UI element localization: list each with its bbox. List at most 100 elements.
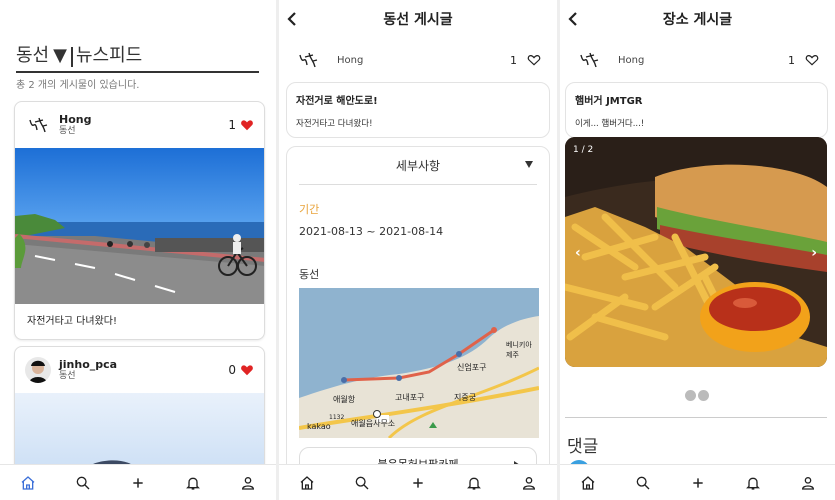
post-body: 이게... 햄버거다...! bbox=[575, 119, 645, 129]
post-count: 총 2 개의 게시물이 있습니다. bbox=[16, 80, 140, 91]
feed-screen: 동선 ▼ 뉴스피드 총 2 개의 게시물이 있습니다. Hong 동선 1 자전… bbox=[0, 0, 276, 500]
like-area: 0 bbox=[228, 363, 254, 377]
post-content: 햄버거 JMTGR 이게... 햄버거다...! bbox=[565, 82, 828, 138]
tab-home[interactable] bbox=[576, 471, 600, 495]
like-count: 1 bbox=[788, 53, 795, 67]
tab-home[interactable] bbox=[16, 471, 40, 495]
carousel-dot[interactable] bbox=[685, 390, 696, 401]
carousel-dot[interactable] bbox=[698, 390, 709, 401]
author-row: Hong 1 bbox=[279, 38, 557, 82]
page-title: 동선 게시글 bbox=[383, 12, 453, 28]
user-icon bbox=[801, 476, 814, 490]
card-caption: 자전거타고 다녀왔다! bbox=[27, 316, 117, 327]
avatar[interactable] bbox=[576, 47, 602, 73]
map-label: 베니키아 제주 bbox=[506, 341, 532, 359]
map-label: 1132 bbox=[329, 414, 345, 421]
period-label: 기간 bbox=[299, 203, 320, 216]
route-map[interactable]: 애월항 고내포구 신엄포구 지중궁 애월읍사무소 kakao 베니키아 제주 1… bbox=[299, 288, 539, 438]
avatar[interactable] bbox=[25, 112, 51, 138]
map-label: 고내포구 bbox=[395, 393, 425, 402]
tab-home[interactable] bbox=[295, 471, 319, 495]
author-name[interactable]: Hong bbox=[337, 55, 363, 66]
feed-header: 동선 ▼ 뉴스피드 bbox=[16, 42, 259, 73]
post-body: 자전거타고 다녀왔다! bbox=[296, 119, 373, 129]
route-label: 동선 bbox=[299, 268, 320, 281]
heart-outline-icon[interactable] bbox=[805, 53, 819, 67]
heart-outline-icon[interactable] bbox=[527, 53, 541, 67]
post-title: 햄버거 JMTGR bbox=[575, 96, 643, 107]
tab-search[interactable] bbox=[631, 471, 655, 495]
feed-card[interactable]: Hong 동선 1 자전거타고 다녀왔다! bbox=[14, 101, 265, 340]
period-value: 2021-08-13 ~ 2021-08-14 bbox=[299, 225, 444, 238]
home-icon bbox=[21, 475, 35, 490]
card-photo[interactable] bbox=[15, 148, 264, 304]
feed-type-label: 동선 bbox=[16, 45, 50, 66]
tab-add[interactable] bbox=[686, 471, 710, 495]
author-row: Hong 1 bbox=[560, 38, 835, 82]
card-tag: 동선 bbox=[59, 371, 76, 382]
like-area: 1 bbox=[228, 118, 254, 132]
like-count: 0 bbox=[228, 363, 236, 377]
carousel-pager: 1 / 2 bbox=[573, 145, 594, 155]
route-post-screen: 동선 게시글 Hong 1 자전거로 해안도로! 자전거타고 다녀왔다! 세부사… bbox=[279, 0, 557, 500]
section-divider bbox=[565, 417, 827, 418]
like-area: 1 bbox=[788, 53, 819, 67]
map-label: kakao bbox=[307, 422, 331, 431]
author-name[interactable]: Hong bbox=[618, 55, 644, 66]
next-arrow-icon[interactable]: › bbox=[811, 245, 817, 261]
collapse-icon bbox=[525, 161, 533, 168]
tab-profile[interactable] bbox=[796, 471, 820, 495]
plus-icon bbox=[692, 477, 703, 488]
tab-profile[interactable] bbox=[517, 471, 541, 495]
tab-notifications[interactable] bbox=[462, 471, 486, 495]
avatar[interactable] bbox=[295, 47, 321, 73]
details-label: 세부사항 bbox=[395, 159, 441, 173]
avatar[interactable] bbox=[25, 357, 51, 383]
card-username[interactable]: Hong bbox=[59, 113, 91, 126]
details-toggle[interactable]: 세부사항 bbox=[299, 147, 537, 185]
place-post-screen: 장소 게시글 Hong 1 햄버거 JMTGR 이게... 햄버거다...! 1… bbox=[560, 0, 835, 500]
home-icon bbox=[581, 475, 594, 490]
comments-heading: 댓글 bbox=[567, 437, 599, 457]
plus-icon bbox=[133, 477, 143, 488]
photo-carousel[interactable]: 1 / 2 ‹ › bbox=[565, 137, 827, 367]
details-panel: 세부사항 기간 2021-08-13 ~ 2021-08-14 동선 애월항 고… bbox=[286, 146, 550, 486]
dropdown-icon[interactable]: ▼ bbox=[53, 45, 67, 66]
tab-notifications[interactable] bbox=[181, 471, 205, 495]
like-count: 1 bbox=[228, 118, 236, 132]
heart-icon[interactable] bbox=[240, 363, 254, 377]
user-icon bbox=[523, 476, 536, 490]
search-icon bbox=[76, 476, 90, 489]
top-bar: 장소 게시글 bbox=[560, 0, 835, 38]
heart-icon[interactable] bbox=[240, 118, 254, 132]
feed-title: 뉴스피드 bbox=[75, 45, 143, 66]
carousel-dots bbox=[685, 390, 709, 401]
back-arrow-icon[interactable] bbox=[285, 10, 299, 28]
card-header: Hong 동선 1 bbox=[15, 102, 264, 148]
header-divider bbox=[70, 47, 73, 67]
back-arrow-icon[interactable] bbox=[566, 10, 580, 28]
tab-profile[interactable] bbox=[236, 471, 260, 495]
bell-icon bbox=[745, 477, 760, 490]
food-photo bbox=[565, 137, 827, 367]
map-label: 애월항 bbox=[333, 395, 356, 404]
bell-icon bbox=[186, 477, 201, 490]
card-username[interactable]: jinho_pca bbox=[59, 358, 117, 371]
prev-arrow-icon[interactable]: ‹ bbox=[575, 245, 581, 261]
post-title: 자전거로 해안도로! bbox=[296, 96, 378, 107]
tab-search[interactable] bbox=[71, 471, 95, 495]
tab-add[interactable] bbox=[126, 471, 150, 495]
page-title: 장소 게시글 bbox=[662, 12, 733, 28]
feed-type-select[interactable]: 동선 ▼ bbox=[16, 41, 67, 67]
card-tag: 동선 bbox=[59, 126, 76, 137]
map-label: 지중궁 bbox=[454, 393, 477, 402]
map-label: 애월읍사무소 bbox=[351, 419, 396, 428]
tab-add[interactable] bbox=[406, 471, 430, 495]
card-header: jinho_pca 동선 0 bbox=[15, 347, 264, 393]
search-icon bbox=[636, 476, 649, 489]
plus-icon bbox=[413, 477, 423, 488]
like-count: 1 bbox=[510, 53, 517, 67]
tab-search[interactable] bbox=[350, 471, 374, 495]
tab-notifications[interactable] bbox=[741, 471, 765, 495]
map-label: 신엄포구 bbox=[457, 363, 487, 372]
